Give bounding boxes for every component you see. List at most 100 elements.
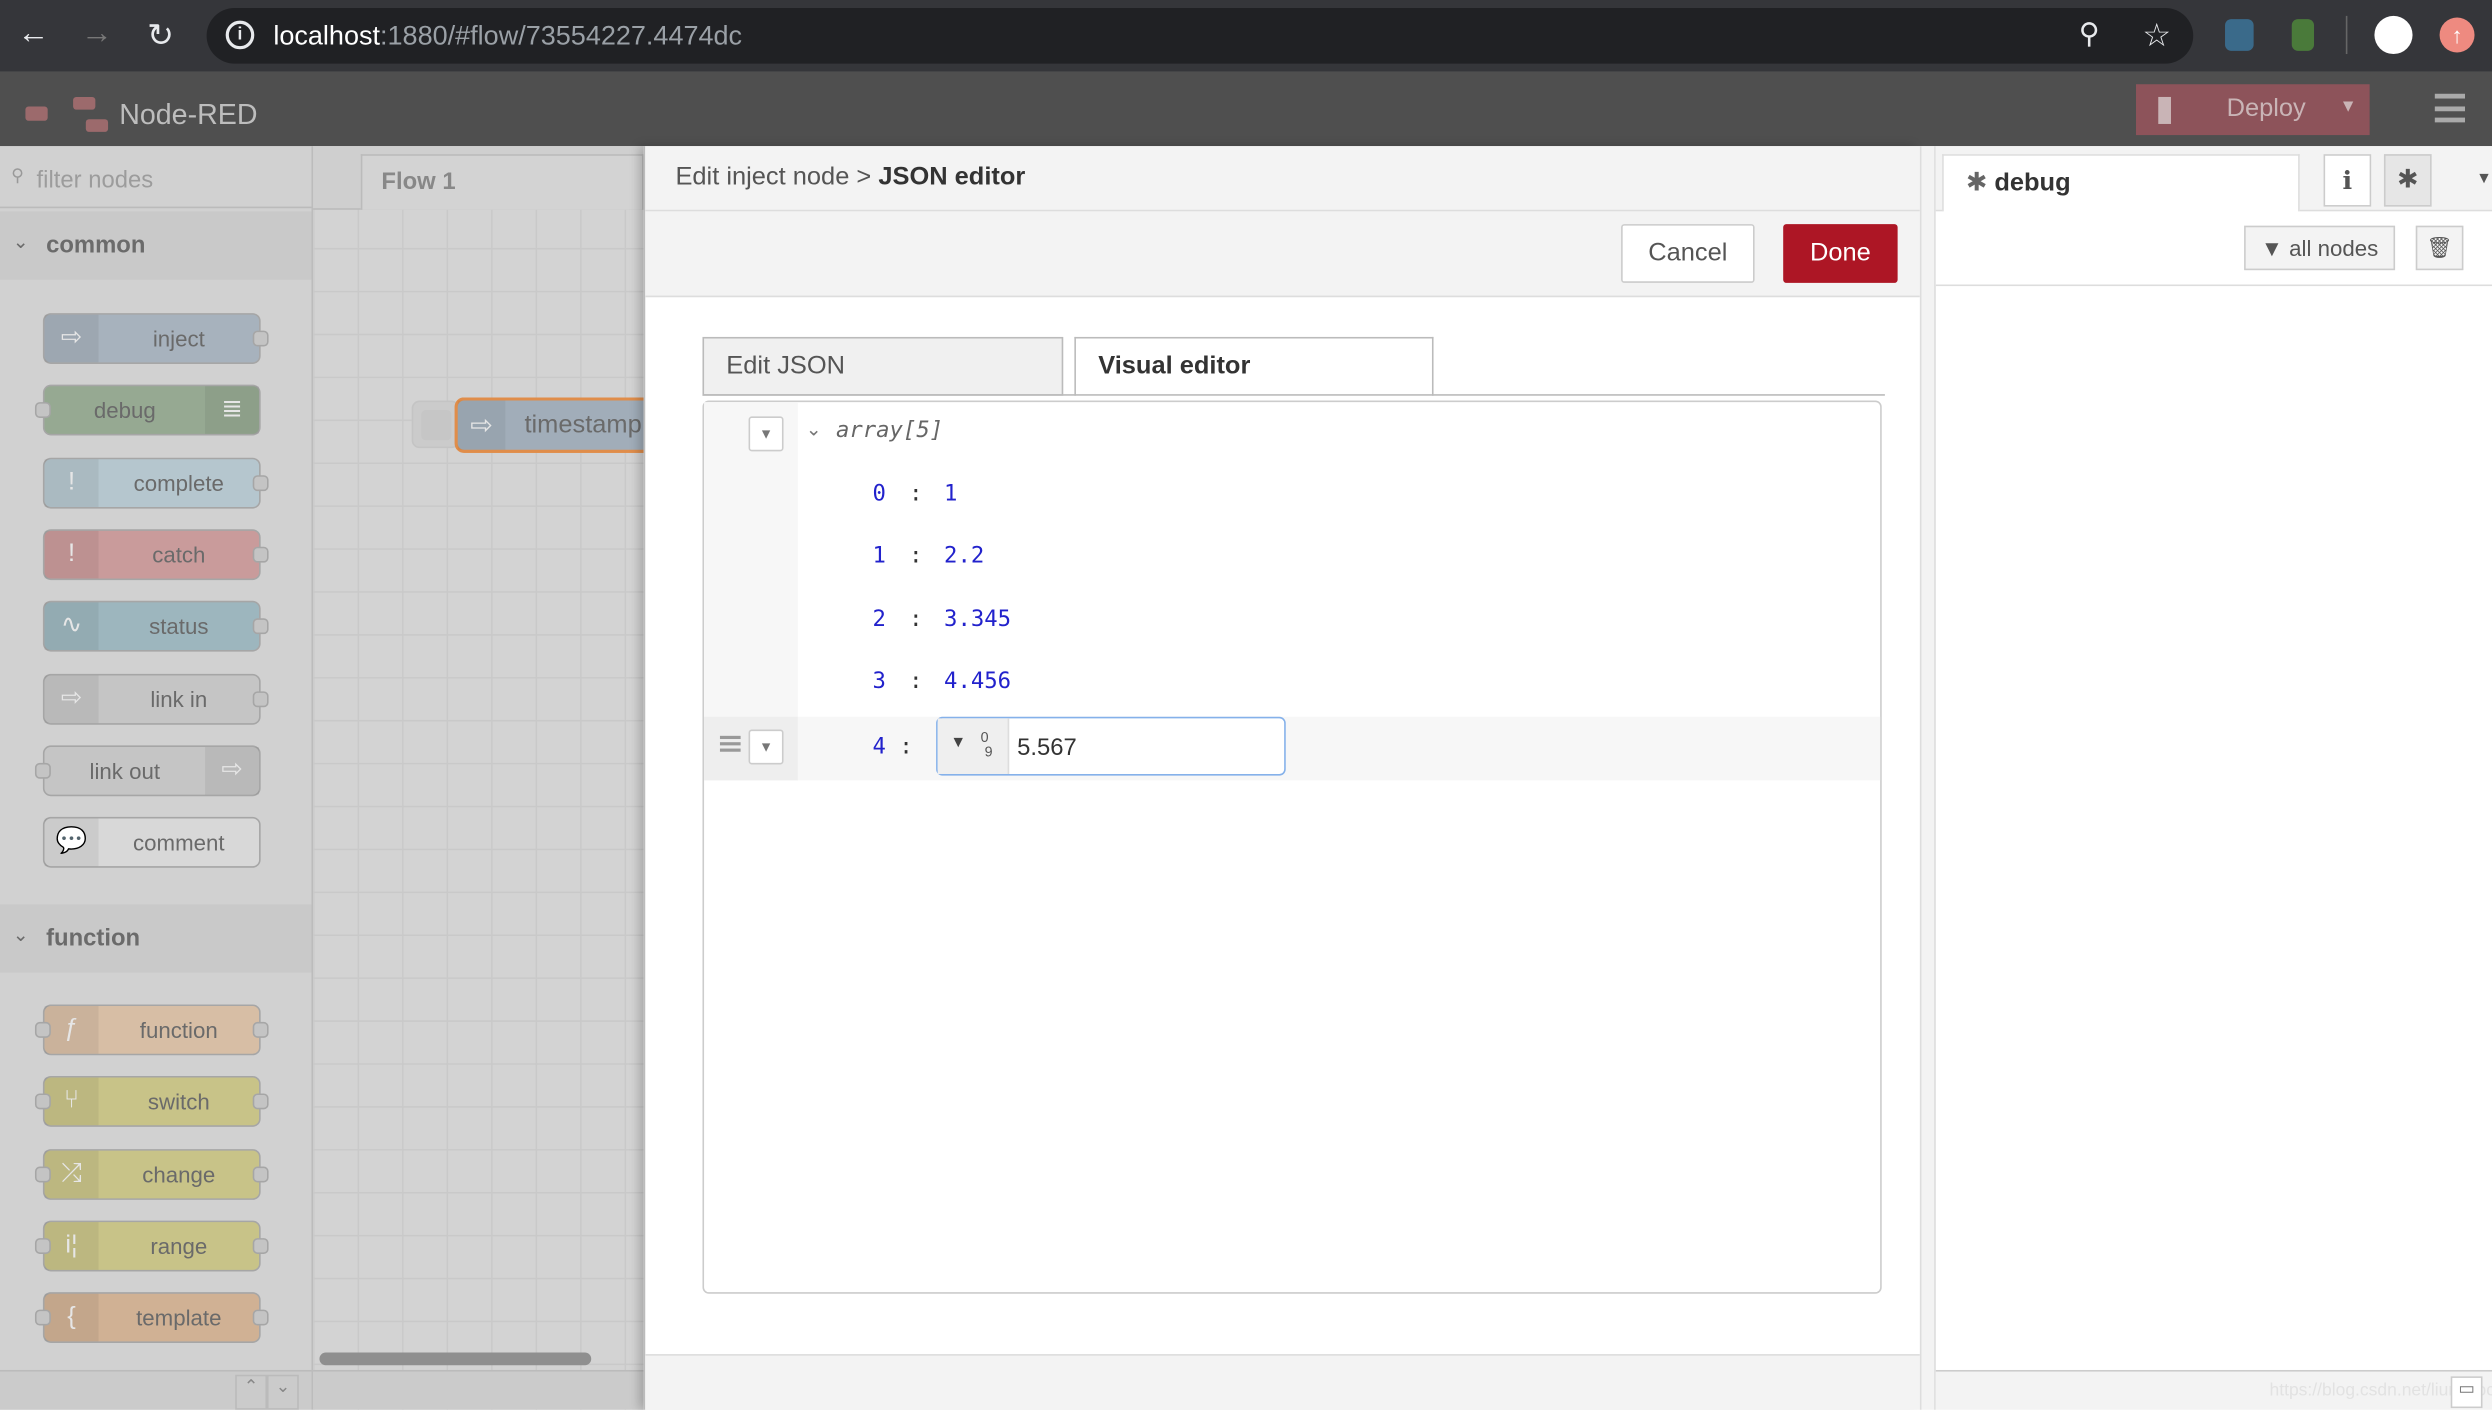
zoom-icon[interactable]: ⚲ [2079,17,2100,50]
output-port [252,1237,269,1254]
drag-handle-icon[interactable] [719,735,741,752]
item-key: 3 [872,669,886,695]
palette-node-inject[interactable]: ⇨ inject [42,313,269,364]
palette-node-status[interactable]: ∿ status [42,601,269,652]
sidebar-tabs: ✱ debug i ✱ ▼ [1935,146,2492,213]
palette-node-complete[interactable]: ! complete [42,457,269,508]
palette-node-switch[interactable]: ⑂ switch [34,1076,269,1128]
monitor-icon[interactable]: ▭ [2450,1376,2483,1409]
workspace-footer [313,1369,644,1410]
reload-icon[interactable]: ↻ [141,16,179,56]
expand-all-button[interactable]: ⌄ [267,1374,299,1410]
info-tab-button[interactable]: i [2323,154,2372,207]
bug-icon: ✱ [1965,170,1988,198]
type-select[interactable]: ▼ 0 9 [937,718,1010,774]
tray-toolbar: Cancel Done [645,211,1922,298]
palette-node-change[interactable]: ⤮ change [34,1148,269,1200]
tab-edit-json[interactable]: Edit JSON [702,336,1064,396]
workspace-canvas[interactable]: Flow 1 ⇨ timestamp [313,146,654,1410]
item-value[interactable]: 1 [944,482,957,507]
tray-footer [645,1354,1922,1410]
profile-icon[interactable] [2374,15,2413,55]
url-host: localhost [273,20,381,51]
deploy-button[interactable]: Deploy ▼ [2136,84,2370,136]
input-port [34,1093,51,1110]
item-key: 2 [872,607,886,633]
item-value[interactable]: 3.345 [944,607,1011,632]
json-editor-tray: Edit inject node > JSON editor Cancel Do… [643,146,1922,1410]
output-port [252,1021,269,1038]
chevron-down-icon[interactable]: ⌄ [806,418,822,440]
address-bar[interactable]: i localhost:1880/#flow/73554227.4474dc ⚲… [206,7,2194,64]
extension-icon[interactable] [2225,19,2254,51]
item-value[interactable]: 4.456 [944,669,1011,694]
horizontal-scrollbar[interactable] [319,1352,592,1366]
sidebar-dropdown-icon[interactable]: ▼ [2476,170,2492,187]
extension-icon[interactable] [2291,19,2315,51]
breadcrumb-separator: > [856,163,872,191]
row-menu-button[interactable]: ▼ [748,416,784,452]
row-menu-button[interactable]: ▼ [748,729,784,765]
tab-visual-editor[interactable]: Visual editor [1074,336,1434,396]
search-icon: ⚲ [11,166,24,186]
caret-down-icon: ▼ [950,734,967,752]
palette-node-catch[interactable]: ! catch [42,529,269,580]
app-header: Node-RED Deploy ▼ [0,71,2492,147]
inject-button[interactable] [411,400,460,449]
category-label: function [46,924,141,952]
tab-flow-1[interactable]: Flow 1 [360,154,644,210]
output-port [252,1309,269,1326]
output-port [252,330,269,347]
sidebar-footer: https://blog.csdn.net/liumiaocn ▭ [1935,1369,2492,1410]
input-port [34,1237,51,1254]
breadcrumb: Edit inject node > JSON editor [645,146,1922,212]
forward-icon[interactable]: → [78,16,116,53]
cancel-button[interactable]: Cancel [1621,224,1755,283]
star-icon[interactable]: ☆ [2142,16,2171,56]
palette-node-function[interactable]: ƒ function [34,1004,269,1056]
breadcrumb-parent: Edit inject node [675,163,850,191]
value-text: 5.567 [1017,734,1077,762]
palette-node-comment[interactable]: 💬 comment [42,817,261,868]
clear-debug-button[interactable]: 🗑 [2415,225,2464,271]
deploy-dropdown-icon[interactable]: ▼ [2339,97,2356,116]
chevron-down-icon: ⌄ [12,923,29,946]
update-icon[interactable]: ↑ [2439,17,2475,53]
collapse-all-button[interactable]: ⌃ [235,1374,268,1410]
palette-category-common[interactable]: ⌄ common [0,211,312,280]
debug-tab-button[interactable]: ✱ [2383,154,2432,207]
breadcrumb-current: JSON editor [878,163,1026,191]
palette-node-template[interactable]: {template [34,1292,269,1344]
sidebar: ✱ debug i ✱ ▼ ▼ all nodes 🗑 https://blog… [1919,146,2492,1410]
filter-all-nodes-button[interactable]: ▼ all nodes [2244,225,2396,271]
input-port [34,402,51,419]
sidebar-resize-handle[interactable] [1919,146,1936,1410]
palette-node-link-in[interactable]: ⇨ link in [42,673,269,724]
input-port [34,1165,51,1182]
menu-icon[interactable] [2434,93,2466,123]
visual-json-editor: ▼ ⌄ array[5] 0:1 1:2.2 2:3.345 3:4.456 ▼ 4 … [702,400,1882,1294]
separator: : [909,607,923,633]
filter-nodes-input[interactable]: ⚲ filter nodes [0,146,312,209]
item-key: 1 [872,543,886,569]
palette-node-link-out[interactable]: ⇨ link out [34,745,261,796]
palette-category-function[interactable]: ⌄ function [0,904,312,973]
info-icon[interactable]: i [225,20,255,50]
value-input[interactable]: ▼ 0 9 5.567 [936,716,1286,776]
list-item-selected[interactable]: ▼ 4 : ▼ 0 9 5.567 [704,716,1881,781]
tab-debug[interactable]: ✱ debug [1942,154,2300,213]
back-icon[interactable]: ← [14,16,52,53]
output-port [252,474,269,491]
flow-node-timestamp[interactable]: ⇨ timestamp [454,397,654,453]
item-value[interactable]: 2.2 [944,544,984,569]
url-text[interactable]: localhost:1880/#flow/73554227.4474dc [273,21,742,53]
category-label: common [46,232,146,260]
palette-node-debug[interactable]: ≣ debug [34,385,261,436]
chevron-down-icon: ⌄ [12,230,29,253]
workspace-tabs: Flow 1 [313,146,644,210]
app-title: Node-RED [119,98,258,131]
arrow-icon: ⇨ [457,400,506,450]
done-button[interactable]: Done [1783,224,1898,283]
palette-node-range[interactable]: i¦ range [34,1220,269,1272]
item-key: 0 [872,481,886,507]
